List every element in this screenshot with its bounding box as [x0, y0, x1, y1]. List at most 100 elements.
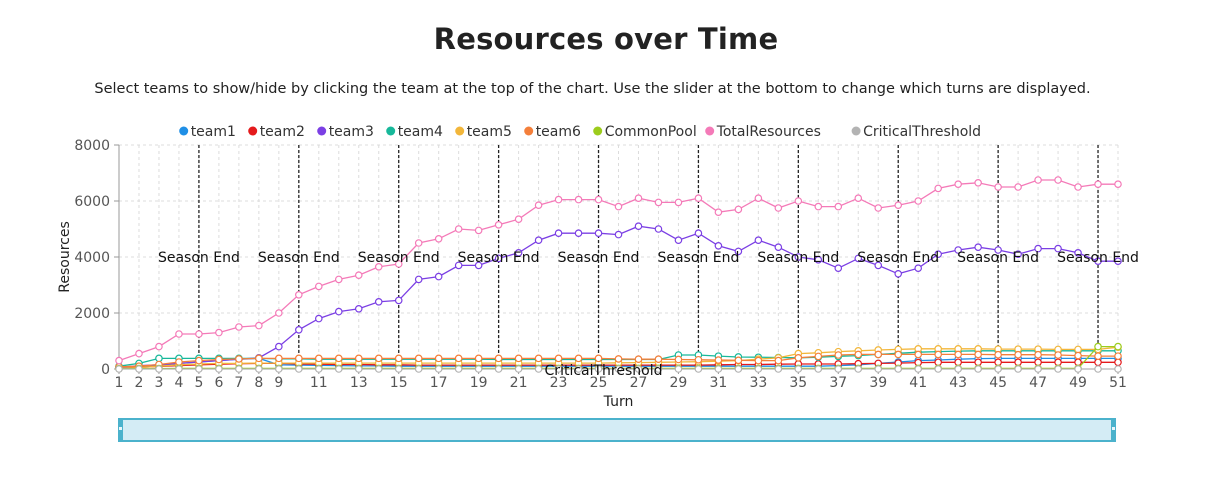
- season-end-label: Season End: [857, 250, 939, 266]
- legend-label: team1: [191, 124, 236, 140]
- data-point: [314, 354, 323, 363]
- turn-range-slider[interactable]: [118, 418, 1116, 442]
- data-point: [794, 353, 803, 362]
- data-point: [814, 365, 823, 373]
- data-point: [215, 365, 223, 373]
- x-tick-label: 41: [909, 375, 927, 391]
- x-tick-label: 13: [350, 375, 368, 391]
- series-totalresources: [115, 176, 1122, 365]
- data-point: [494, 365, 503, 373]
- data-point: [1114, 365, 1122, 373]
- data-point: [894, 365, 903, 373]
- x-tick-label: 29: [670, 375, 688, 391]
- x-tick-label: 51: [1109, 375, 1127, 391]
- data-point: [235, 365, 243, 373]
- data-point: [195, 356, 203, 365]
- data-point: [814, 202, 823, 211]
- data-point: [334, 275, 343, 284]
- data-point: [1094, 180, 1102, 189]
- data-point: [754, 236, 763, 245]
- legend-item-team3[interactable]: team3: [317, 124, 374, 140]
- slider-right-handle[interactable]: [1111, 418, 1116, 442]
- data-point: [854, 194, 863, 203]
- data-point: [614, 230, 623, 239]
- data-point: [275, 365, 283, 373]
- legend-swatch: [593, 126, 603, 136]
- x-tick-label: 19: [470, 375, 488, 391]
- legend-item-criticalthreshold[interactable]: CriticalThreshold: [851, 124, 981, 140]
- data-point: [1054, 351, 1062, 359]
- data-point: [954, 180, 962, 189]
- season-end-label: Season End: [458, 250, 540, 266]
- x-tick-label: 2: [135, 375, 144, 391]
- data-point: [694, 194, 703, 203]
- critical-threshold-label: CriticalThreshold: [545, 363, 663, 379]
- legend-item-team4[interactable]: team4: [386, 124, 443, 140]
- data-point: [135, 365, 143, 373]
- x-tick-label: 33: [749, 375, 767, 391]
- x-tick-label: 9: [274, 375, 283, 391]
- legend-item-team2[interactable]: team2: [248, 124, 305, 140]
- data-point: [414, 239, 423, 247]
- legend-item-team5[interactable]: team5: [455, 124, 512, 140]
- data-point: [594, 354, 603, 363]
- data-point: [494, 221, 503, 229]
- legend-item-commonpool[interactable]: CommonPool: [593, 124, 697, 140]
- x-tick-label: 6: [214, 375, 223, 391]
- data-point: [1054, 176, 1062, 184]
- data-point: [334, 307, 343, 316]
- data-point: [754, 194, 763, 203]
- data-point: [734, 356, 743, 365]
- data-point: [894, 201, 903, 210]
- data-point: [914, 197, 923, 205]
- data-point: [794, 365, 803, 373]
- x-tick-label: 49: [1069, 375, 1087, 391]
- data-point: [574, 354, 583, 363]
- data-point: [854, 350, 863, 359]
- data-point: [235, 355, 243, 363]
- data-point: [1034, 358, 1042, 367]
- legend-label: team6: [536, 124, 581, 140]
- data-point: [1114, 342, 1122, 351]
- data-point: [354, 271, 363, 280]
- data-point: [1114, 358, 1122, 367]
- data-point: [734, 365, 743, 373]
- data-point: [1114, 352, 1122, 360]
- data-point: [494, 354, 503, 363]
- data-point: [554, 354, 563, 363]
- legend-label: team5: [467, 124, 512, 140]
- data-point: [954, 365, 962, 373]
- y-tick-label: 4000: [74, 250, 110, 266]
- x-axis-label: Turn: [603, 394, 634, 410]
- data-point: [175, 330, 183, 338]
- resources-chart: 020004000600080001 2 3 4 5 6 7 8 9 11 13 15 17 19 21 23…: [57, 124, 1139, 410]
- data-point: [534, 236, 543, 245]
- legend-item-totalresources[interactable]: TotalResources: [705, 124, 821, 140]
- legend-item-team6[interactable]: team6: [524, 124, 581, 140]
- season-end-label: Season End: [957, 250, 1039, 266]
- data-point: [295, 290, 303, 299]
- data-point: [454, 354, 463, 363]
- x-tick-label: 3: [154, 375, 163, 391]
- data-point: [474, 365, 483, 373]
- data-point: [714, 208, 723, 217]
- data-point: [534, 201, 543, 210]
- data-point: [195, 365, 203, 373]
- x-tick-label: 45: [989, 375, 1007, 391]
- slider-left-handle[interactable]: [118, 418, 123, 442]
- data-point: [974, 365, 982, 373]
- x-tick-label: 21: [510, 375, 528, 391]
- data-point: [1094, 358, 1102, 367]
- data-point: [734, 205, 743, 214]
- data-point: [754, 365, 763, 373]
- legend-item-team1[interactable]: team1: [179, 124, 236, 140]
- data-point: [354, 354, 363, 363]
- data-point: [634, 194, 643, 203]
- x-tick-label: 17: [430, 375, 448, 391]
- data-point: [774, 204, 783, 212]
- data-point: [295, 365, 303, 373]
- data-point: [694, 229, 703, 238]
- season-end-label: Season End: [158, 250, 240, 266]
- data-point: [1014, 350, 1022, 359]
- legend-label: team2: [260, 124, 305, 140]
